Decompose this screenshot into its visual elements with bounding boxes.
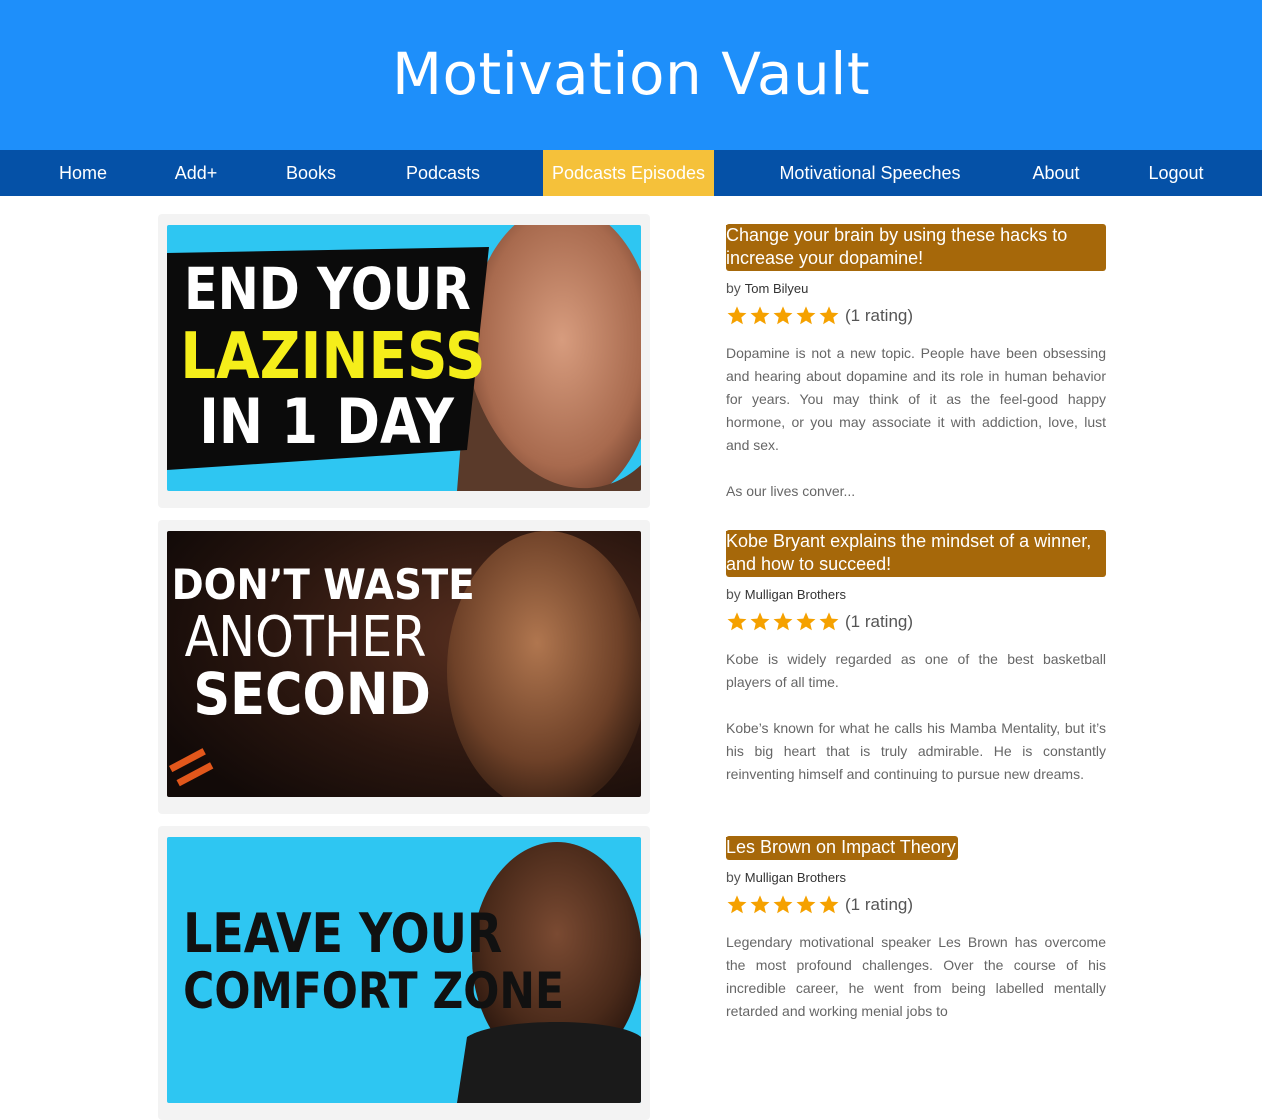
nav-books[interactable]: Books <box>270 150 352 196</box>
episode-byline: by Mulligan Brothers <box>726 869 1106 885</box>
episode-byline: by Mulligan Brothers <box>726 586 1106 602</box>
nav-about[interactable]: About <box>1016 150 1096 196</box>
thumbnail-line-2: COMFORT ZONE <box>183 962 564 1020</box>
by-label: by <box>726 586 741 602</box>
nav-logout[interactable]: Logout <box>1136 150 1216 196</box>
episode-rating: (1 rating) <box>726 893 1106 917</box>
episode-title[interactable]: Les Brown on Impact Theory <box>726 837 956 857</box>
star-icon <box>749 611 771 633</box>
episode-description: Kobe is widely regarded as one of the be… <box>726 651 1106 782</box>
star-icon <box>726 611 748 633</box>
star-icon <box>772 894 794 916</box>
star-icon <box>818 894 840 916</box>
nav-podcasts[interactable]: Podcasts <box>392 150 494 196</box>
nav-podcast-episodes[interactable]: Podcasts Episodes <box>543 150 714 196</box>
rating-count: (1 rating) <box>845 306 914 325</box>
episode-rating: (1 rating) <box>726 304 1106 328</box>
star-icon <box>795 305 817 327</box>
episode-author[interactable]: Tom Bilyeu <box>745 281 809 296</box>
main-nav: Home Add+ Books Podcasts Podcasts Episod… <box>0 150 1262 196</box>
star-rating <box>726 305 840 327</box>
star-rating <box>726 894 840 916</box>
episode-title[interactable]: Change your brain by using these hacks t… <box>726 225 1068 268</box>
episode-thumbnail[interactable]: LEAVE YOUR COMFORT ZONE <box>167 837 641 1103</box>
site-header: Motivation Vault <box>0 0 1262 150</box>
episode-author[interactable]: Mulligan Brothers <box>745 587 846 602</box>
nav-home[interactable]: Home <box>40 150 126 196</box>
by-label: by <box>726 280 741 296</box>
star-icon <box>818 611 840 633</box>
episode-thumbnail[interactable]: END YOUR LAZINESS IN 1 DAY <box>167 225 641 491</box>
episode-byline: by Tom Bilyeu <box>726 280 1106 296</box>
episode-info: Change your brain by using these hacks t… <box>726 224 1106 503</box>
star-icon <box>772 611 794 633</box>
episode-info: Les Brown on Impact Theory by Mulligan Br… <box>726 836 1106 1023</box>
episode-author[interactable]: Mulligan Brothers <box>745 870 846 885</box>
episode-card[interactable]: END YOUR LAZINESS IN 1 DAY <box>158 214 650 508</box>
episode-title[interactable]: Kobe Bryant explains the mindset of a wi… <box>726 531 1092 574</box>
episode-description: Legendary motivational speaker Les Brown… <box>726 934 1106 1019</box>
star-icon <box>818 305 840 327</box>
thumbnail-line-2: LAZINESS <box>180 320 485 394</box>
by-label: by <box>726 869 741 885</box>
nav-motivational-speeches[interactable]: Motivational Speeches <box>760 150 980 196</box>
rating-count: (1 rating) <box>845 612 914 631</box>
episode-description: Dopamine is not a new topic. People have… <box>726 345 1106 499</box>
site-title: Motivation Vault <box>391 40 871 108</box>
thumbnail-line-1: END YOUR <box>184 255 471 323</box>
episode-title-box[interactable]: Kobe Bryant explains the mindset of a wi… <box>726 530 1106 577</box>
rating-count: (1 rating) <box>845 895 914 914</box>
episode-title-box[interactable]: Change your brain by using these hacks t… <box>726 224 1106 271</box>
episode-card[interactable]: DON’T WASTE ANOTHER SECOND <box>158 520 650 814</box>
star-icon <box>795 894 817 916</box>
star-rating <box>726 611 840 633</box>
thumbnail-line-1: LEAVE YOUR <box>183 901 502 965</box>
star-icon <box>772 305 794 327</box>
episode-card[interactable]: LEAVE YOUR COMFORT ZONE <box>158 826 650 1120</box>
star-icon <box>726 894 748 916</box>
star-icon <box>749 894 771 916</box>
star-icon <box>726 305 748 327</box>
star-icon <box>795 611 817 633</box>
thumbnail-line-1: DON’T WASTE <box>172 560 475 609</box>
thumbnail-line-3: IN 1 DAY <box>199 386 455 458</box>
episode-thumbnail[interactable]: DON’T WASTE ANOTHER SECOND <box>167 531 641 797</box>
thumbnail-line-3: SECOND <box>193 660 431 728</box>
nav-add[interactable]: Add+ <box>156 150 236 196</box>
star-icon <box>749 305 771 327</box>
episode-info: Kobe Bryant explains the mindset of a wi… <box>726 530 1106 786</box>
episode-title-box[interactable]: Les Brown on Impact Theory <box>726 836 958 860</box>
episode-rating: (1 rating) <box>726 610 1106 634</box>
